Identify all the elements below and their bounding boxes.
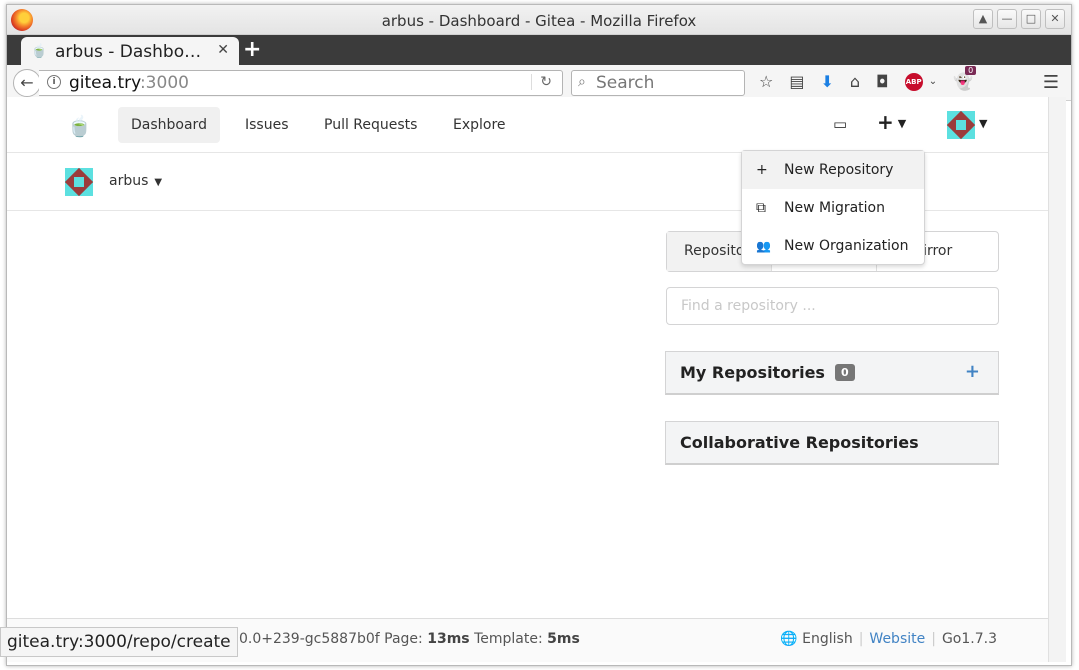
gitea-page: 🍵 Dashboard Issues Pull Requests Explore…: [7, 97, 1055, 662]
caret-down-icon: ▼: [154, 177, 163, 188]
website-link[interactable]: Website: [869, 631, 925, 647]
plus-icon: +: [877, 110, 894, 134]
toolbar-icons: ☆ ▤ ⬇ ⌂ ◘ ABP ⌄ 👻 0: [759, 66, 989, 91]
nav-issues[interactable]: Issues: [232, 107, 302, 143]
caret-down-icon: ▼: [897, 117, 907, 130]
nav-dashboard[interactable]: Dashboard: [118, 107, 220, 143]
go-version: Go1.7.3: [941, 631, 997, 647]
gitea-logo-icon[interactable]: 🍵: [67, 114, 92, 138]
menu-item-label: New Organization: [784, 238, 909, 254]
add-repository-icon[interactable]: +: [965, 361, 980, 382]
chevron-down-icon[interactable]: ⌄: [929, 76, 937, 87]
reading-list-icon[interactable]: ▤: [789, 72, 804, 91]
collaborative-repositories-box: Collaborative Repositories: [665, 421, 999, 465]
title-bar: arbus - Dashboard - Gitea - Mozilla Fire…: [7, 5, 1071, 35]
page-scrollbar[interactable]: [1048, 97, 1066, 662]
browser-tab[interactable]: 🍵 arbus - Dashbo… ✕: [21, 37, 239, 65]
hamburger-menu-icon[interactable]: ☰: [1043, 72, 1059, 93]
window-close-button[interactable]: ✕: [1045, 9, 1065, 29]
context-avatar: [65, 168, 93, 196]
context-user-selector[interactable]: arbus ▼: [109, 173, 162, 189]
download-arrow-icon[interactable]: ⬇: [820, 72, 833, 91]
reload-icon[interactable]: ↻: [531, 74, 552, 90]
status-bar-link: gitea.try:3000/repo/create: [0, 627, 238, 657]
globe-icon: 🌐: [780, 631, 798, 647]
adblock-plus-icon[interactable]: ABP: [904, 72, 923, 91]
gitea-tea-icon: 🍵: [31, 44, 48, 59]
find-repository-input[interactable]: [666, 287, 999, 325]
ghost-addon-icon[interactable]: 👻 0: [953, 66, 977, 91]
pocket-icon[interactable]: ◘: [876, 72, 889, 91]
search-box[interactable]: ⌕ Search: [571, 70, 745, 96]
menu-item-label: New Repository: [784, 162, 894, 178]
window-up-button[interactable]: ▲: [973, 9, 993, 29]
back-arrow-icon[interactable]: ←: [13, 69, 41, 97]
repo-clone-icon: ⧉: [756, 200, 766, 216]
menu-item-label: New Migration: [784, 200, 885, 216]
create-dropdown-menu: + New Repository ⧉ New Migration 👥 New O…: [741, 150, 925, 265]
user-avatar[interactable]: [947, 111, 975, 139]
search-placeholder: Search: [596, 73, 655, 93]
collaborative-repositories-title: Collaborative Repositories: [680, 433, 919, 452]
bookmark-star-icon[interactable]: ☆: [759, 72, 773, 91]
tab-bar: 🍵 arbus - Dashbo… ✕ +: [7, 35, 1071, 65]
navigation-toolbar: ← i gitea.try:3000 ↻ ⌕ Search ☆ ▤ ⬇ ⌂ ◘ …: [7, 65, 1071, 101]
nav-explore[interactable]: Explore: [440, 107, 519, 143]
window-controls: ▲ — □ ✕: [973, 9, 1065, 29]
menu-item-new-repository[interactable]: + New Repository: [742, 151, 924, 189]
url-text: gitea.try:3000: [69, 73, 189, 93]
tab-close-icon[interactable]: ✕: [217, 42, 229, 58]
repo-count-badge: 0: [834, 364, 855, 381]
window-maximize-button[interactable]: □: [1021, 9, 1041, 29]
my-repositories-box: My Repositories 0 +: [665, 351, 999, 395]
addon-badge: 0: [965, 66, 977, 75]
new-tab-button[interactable]: +: [243, 37, 261, 62]
tab-title: arbus - Dashbo…: [55, 42, 202, 62]
footer-build-info: 0.0+239-gc5887b0f Page: 13ms Template: 5…: [239, 631, 580, 647]
info-icon[interactable]: i: [47, 75, 61, 89]
gitea-header: 🍵 Dashboard Issues Pull Requests Explore…: [7, 97, 1055, 153]
avatar-caret-icon[interactable]: ▼: [979, 117, 987, 130]
nav-pull-requests[interactable]: Pull Requests: [311, 107, 430, 143]
url-bar[interactable]: i gitea.try:3000 ↻: [39, 70, 563, 96]
menu-item-new-migration[interactable]: ⧉ New Migration: [742, 189, 924, 227]
footer-links: 🌐 English | Website | Go1.7.3: [780, 631, 997, 647]
menu-item-new-organization[interactable]: 👥 New Organization: [742, 227, 924, 265]
create-plus-button[interactable]: + ▼: [877, 110, 906, 134]
my-repositories-title: My Repositories 0: [680, 363, 855, 382]
plus-icon: +: [756, 162, 768, 178]
language-selector[interactable]: English: [802, 631, 853, 647]
home-icon[interactable]: ⌂: [850, 72, 860, 91]
search-icon: ⌕: [578, 74, 586, 90]
inbox-icon[interactable]: ▭: [833, 115, 847, 133]
organization-icon: 👥: [756, 239, 771, 253]
window-title: arbus - Dashboard - Gitea - Mozilla Fire…: [381, 12, 697, 30]
window-minimize-button[interactable]: —: [997, 9, 1017, 29]
